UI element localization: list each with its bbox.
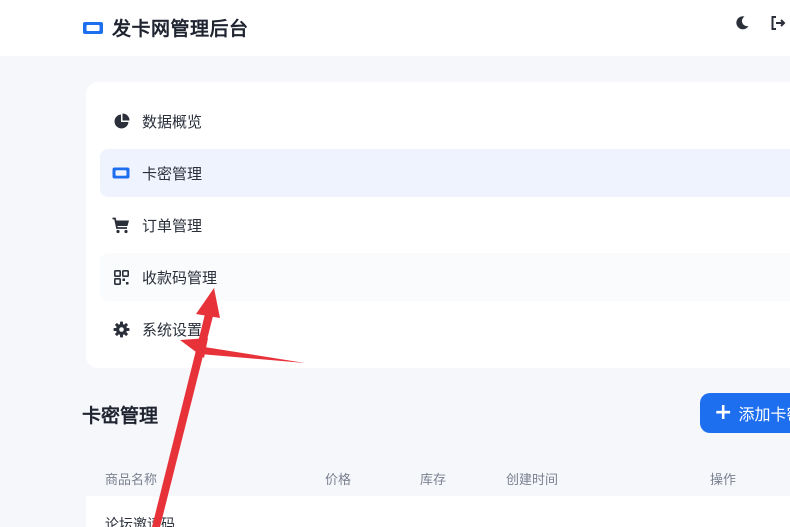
qrcode-icon [112,268,130,286]
menu-item-label: 收款码管理 [142,268,218,287]
shopping-cart-icon [112,216,130,234]
plus-icon: + [714,400,733,425]
pie-chart-icon [112,112,130,130]
menu-item-label: 订单管理 [142,216,203,235]
gear-icon [112,320,130,338]
logout-icon [770,15,786,35]
table-row [86,496,790,527]
menu-item-label: 数据概览 [142,112,203,131]
menu-item-card-management[interactable]: 卡密管理 [100,149,790,197]
column-header-product-name: 商品名称 [105,473,158,488]
menu-item-label: 卡密管理 [142,164,203,183]
ticket-icon [112,164,130,182]
logout-button[interactable] [769,16,787,34]
ticket-icon [82,20,104,36]
brand[interactable]: 发卡网管理后台 [82,14,249,41]
column-header-price: 价格 [325,473,352,488]
column-header-stock: 库存 [420,473,447,488]
moon-icon [734,15,750,35]
top-header: 发卡网管理后台 [0,0,790,56]
menu-item-settings[interactable]: 系统设置 [100,305,790,353]
menu-item-payment-codes[interactable]: 收款码管理 [100,253,790,301]
menu-item-label: 系统设置 [142,320,203,339]
table-cell-product-name: 论坛邀请码 [105,517,175,527]
theme-toggle-button[interactable] [733,16,751,34]
app-title: 发卡网管理后台 [112,18,249,40]
add-card-button[interactable]: + 添加卡密 [700,393,790,433]
section-title: 卡密管理 [82,405,159,427]
menu-item-dashboard[interactable]: 数据概览 [100,97,790,145]
column-header-created-time: 创建时间 [506,473,559,488]
menu-item-orders[interactable]: 订单管理 [100,201,790,249]
column-header-actions: 操作 [710,473,737,488]
add-card-label: 添加卡密 [738,405,790,424]
